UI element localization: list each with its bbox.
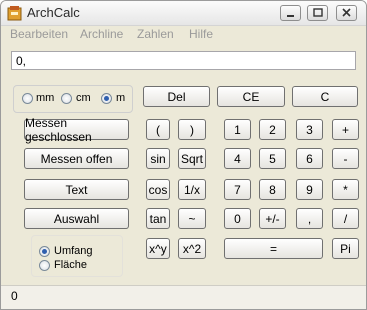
tilde-button[interactable]: ~ bbox=[178, 208, 206, 229]
flaeche-radio[interactable] bbox=[39, 260, 50, 271]
minimize-icon bbox=[287, 15, 294, 17]
messen-offen-button[interactable]: Messen offen bbox=[24, 148, 129, 169]
cos-button[interactable]: cos bbox=[146, 179, 170, 200]
unit-mm-label: mm bbox=[36, 92, 55, 104]
unit-mm-radio[interactable] bbox=[22, 93, 33, 104]
digit-8-button[interactable]: 8 bbox=[259, 179, 286, 200]
flaeche-label: Fläche bbox=[54, 259, 88, 271]
app-icon bbox=[7, 6, 22, 21]
del-button[interactable]: Del bbox=[143, 86, 210, 107]
multiply-button[interactable]: * bbox=[332, 179, 359, 200]
menu-archline[interactable]: Archline bbox=[80, 27, 123, 41]
digit-9-button[interactable]: 9 bbox=[296, 179, 323, 200]
digit-5-button[interactable]: 5 bbox=[259, 148, 286, 169]
menu-hilfe[interactable]: Hilfe bbox=[189, 27, 213, 41]
digit-2-button[interactable]: 2 bbox=[259, 119, 286, 140]
minus-button[interactable]: - bbox=[332, 148, 359, 169]
maximize-icon bbox=[313, 8, 323, 17]
unit-m-radio[interactable] bbox=[101, 93, 112, 104]
digit-3-button[interactable]: 3 bbox=[296, 119, 323, 140]
auswahl-button[interactable]: Auswahl bbox=[24, 208, 129, 229]
menu-bar: Bearbeiten Archline Zahlen Hilfe bbox=[1, 26, 366, 43]
digit-0-button[interactable]: 0 bbox=[224, 208, 251, 229]
umfang-label: Umfang bbox=[54, 245, 93, 257]
umfang-radio[interactable] bbox=[39, 246, 50, 257]
digit-4-button[interactable]: 4 bbox=[224, 148, 251, 169]
sign-toggle-button[interactable]: +/- bbox=[259, 208, 286, 229]
digit-7-button[interactable]: 7 bbox=[224, 179, 251, 200]
menu-bearbeiten[interactable]: Bearbeiten bbox=[10, 27, 68, 41]
sqrt-button[interactable]: Sqrt bbox=[178, 148, 206, 169]
digit-6-button[interactable]: 6 bbox=[296, 148, 323, 169]
maximize-button[interactable] bbox=[307, 5, 328, 21]
title-bar: ArchCalc bbox=[1, 1, 366, 26]
paren-close-button[interactable]: ) bbox=[178, 119, 206, 140]
decimal-comma-button[interactable]: , bbox=[296, 208, 323, 229]
result-display[interactable]: 0, bbox=[11, 51, 356, 70]
sin-button[interactable]: sin bbox=[146, 148, 170, 169]
window-title: ArchCalc bbox=[27, 5, 80, 20]
reciprocal-button[interactable]: 1/x bbox=[178, 179, 206, 200]
unit-cm-label: cm bbox=[76, 92, 91, 104]
plus-button[interactable]: + bbox=[332, 119, 359, 140]
divide-button[interactable]: / bbox=[332, 208, 359, 229]
tan-button[interactable]: tan bbox=[146, 208, 170, 229]
status-value: 0 bbox=[11, 289, 18, 303]
status-bar bbox=[1, 285, 366, 309]
close-button[interactable] bbox=[336, 5, 357, 21]
x-squared-button[interactable]: x^2 bbox=[178, 238, 206, 259]
equals-button[interactable]: = bbox=[224, 238, 323, 259]
close-icon bbox=[342, 8, 351, 17]
paren-open-button[interactable]: ( bbox=[146, 119, 170, 140]
messen-geschlossen-button[interactable]: Messen geschlossen bbox=[24, 116, 129, 144]
x-pow-y-button[interactable]: x^y bbox=[146, 238, 170, 259]
text-button[interactable]: Text bbox=[24, 179, 129, 200]
minimize-button[interactable] bbox=[280, 5, 301, 21]
ce-button[interactable]: CE bbox=[217, 86, 285, 107]
digit-1-button[interactable]: 1 bbox=[224, 119, 251, 140]
unit-cm-radio[interactable] bbox=[61, 93, 72, 104]
archcalc-window: ArchCalc Bearbeiten Archline Zahlen Hilf… bbox=[0, 0, 367, 310]
unit-m-label: m bbox=[116, 92, 126, 104]
menu-zahlen[interactable]: Zahlen bbox=[137, 27, 174, 41]
c-button[interactable]: C bbox=[292, 86, 358, 107]
pi-button[interactable]: Pi bbox=[332, 238, 359, 259]
